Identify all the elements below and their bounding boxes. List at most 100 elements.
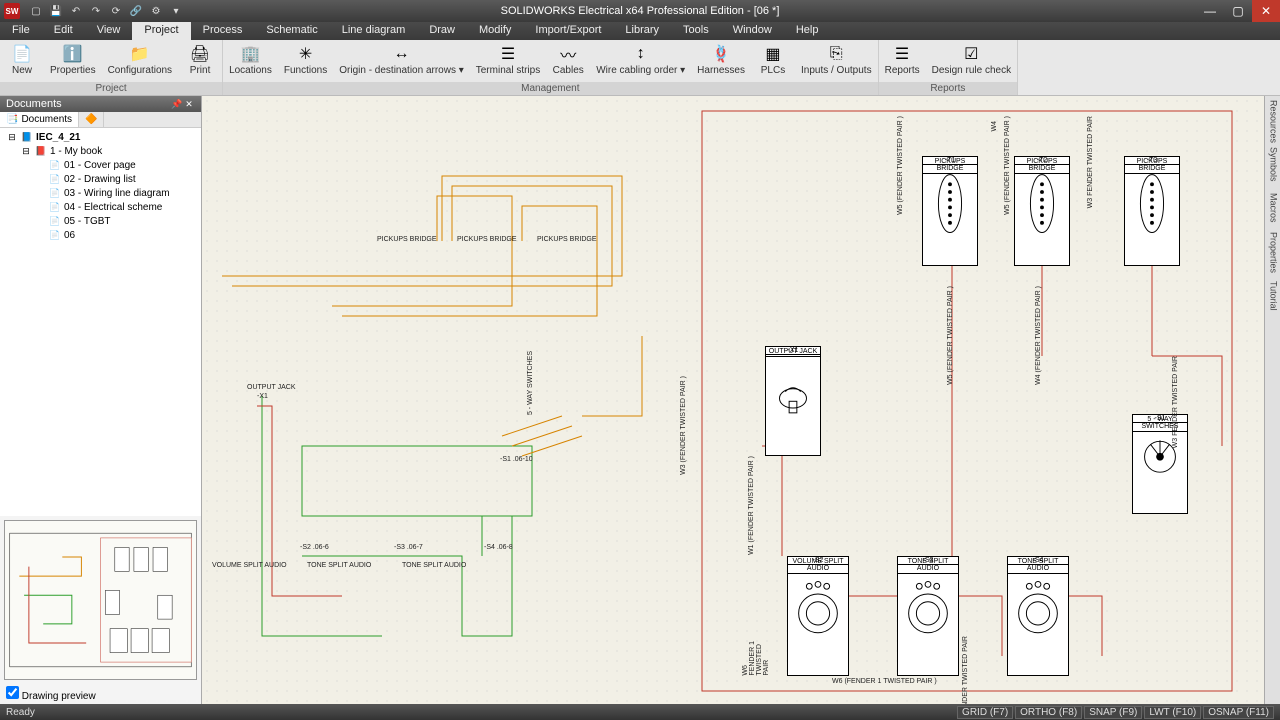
side-tab-symbols[interactable]: Symbols (1267, 144, 1279, 184)
ribbon-origin[interactable]: ↔Origin - destination arrows ▾ (333, 40, 470, 82)
redo-icon[interactable]: ↷ (88, 3, 104, 19)
menu-bar: FileEditViewProjectProcessSchematicLine … (0, 22, 1280, 40)
ribbon-harnesses[interactable]: 🪢Harnesses (691, 40, 751, 82)
ribbon-configurations[interactable]: 📁Configurations (102, 40, 178, 82)
documents-panel: Documents 📌 ✕ 📑Documents 🔶 ⊟📘IEC_4_21⊟📕1… (0, 96, 202, 704)
tab-components[interactable]: 🔶 (79, 112, 104, 127)
app-icon: SW (4, 3, 20, 19)
status-osnap[interactable]: OSNAP (F11) (1203, 706, 1274, 719)
tree-item[interactable]: 📄01 - Cover page (2, 158, 199, 172)
menu-importexport[interactable]: Import/Export (523, 22, 613, 40)
ref-s1: -S1 .06-10 (500, 456, 533, 463)
tree-item[interactable]: 📄06 (2, 228, 199, 242)
workspace: Documents 📌 ✕ 📑Documents 🔶 ⊟📘IEC_4_21⊟📕1… (0, 96, 1280, 704)
menu-library[interactable]: Library (613, 22, 671, 40)
status-snap[interactable]: SNAP (F9) (1084, 706, 1142, 719)
menu-schematic[interactable]: Schematic (254, 22, 329, 40)
label-w5-top: W5 (FENDER TWISTED PAIR ) (897, 116, 904, 215)
ribbon-new[interactable]: 📄New (0, 40, 44, 82)
menu-draw[interactable]: Draw (417, 22, 467, 40)
close-button[interactable]: ✕ (1252, 0, 1280, 22)
tree-item[interactable]: 📄05 - TGBT (2, 214, 199, 228)
label-volume-left: VOLUME SPLIT AUDIO (212, 562, 287, 569)
panel-close-icon[interactable]: ✕ (183, 99, 195, 110)
ribbon-design[interactable]: ☑Design rule check (926, 40, 1017, 82)
menu-tools[interactable]: Tools (671, 22, 721, 40)
ribbon-terminal[interactable]: ☰Terminal strips (470, 40, 546, 82)
maximize-button[interactable]: ▢ (1224, 0, 1252, 22)
tree-item[interactable]: 📄04 - Electrical scheme (2, 200, 199, 214)
menu-process[interactable]: Process (191, 22, 255, 40)
panel-title-text: Documents (6, 98, 62, 110)
link-icon[interactable]: 🔗 (128, 3, 144, 19)
label-w3: W3 (FENDER TWISTED PAIR ) (680, 376, 687, 475)
ribbon-reports[interactable]: ☰Reports (879, 40, 926, 82)
menu-window[interactable]: Window (721, 22, 784, 40)
component-pickup-t3: PICKUPS BRIDGE -T3 (1124, 156, 1180, 266)
tree-item[interactable]: 📄02 - Drawing list (2, 172, 199, 186)
status-bar: Ready GRID (F7)ORTHO (F8)SNAP (F9)LWT (F… (0, 704, 1280, 720)
label-output-jack-left: OUTPUT JACK (247, 384, 296, 391)
reports-icon: ☰ (891, 43, 913, 65)
tab-documents[interactable]: 📑Documents (0, 112, 79, 127)
label-w3-mid: W3 FENDER TWISTED PAIR (1172, 356, 1179, 448)
new-icon[interactable]: ▢ (28, 3, 44, 19)
tree-item[interactable]: ⊟📘IEC_4_21 (2, 130, 199, 144)
status-text: Ready (6, 707, 35, 718)
component-5way-switch: 5 - WAY SWITCHES -S1 (1132, 414, 1188, 514)
refresh-icon[interactable]: ⟳ (108, 3, 124, 19)
menu-linediagram[interactable]: Line diagram (330, 22, 418, 40)
tree-item[interactable]: 📄03 - Wiring line diagram (2, 186, 199, 200)
menu-edit[interactable]: Edit (42, 22, 85, 40)
side-tab-macros[interactable]: Macros (1267, 188, 1279, 228)
window-title: SOLIDWORKS Electrical x64 Professional E… (501, 5, 780, 17)
component-pickup-t1: PICKUPS BRIDGE -T1 (922, 156, 978, 266)
label-w4-top: W4 (991, 121, 998, 132)
print-icon: 🖨 (189, 43, 211, 65)
menu-help[interactable]: Help (784, 22, 831, 40)
save-icon[interactable]: 💾 (48, 3, 64, 19)
component-tone-pot-1: TONE SPLIT AUDIO -S3 (897, 556, 959, 676)
label-w4-mid: W4 (FENDER TWISTED PAIR ) (1035, 286, 1042, 385)
ribbon-cables[interactable]: 〰Cables (546, 40, 590, 82)
side-tab-properties[interactable]: Properties (1267, 232, 1279, 272)
menu-project[interactable]: Project (132, 22, 190, 40)
ribbon-locations[interactable]: 🏢Locations (223, 40, 278, 82)
status-ortho[interactable]: ORTHO (F8) (1015, 706, 1082, 719)
drawing-preview-checkbox[interactable]: Drawing preview (0, 684, 201, 704)
menu-file[interactable]: File (0, 22, 42, 40)
status-grid[interactable]: GRID (F7) (957, 706, 1013, 719)
more-icon[interactable]: ▾ (168, 3, 184, 19)
menu-modify[interactable]: Modify (467, 22, 523, 40)
status-lwt[interactable]: LWT (F10) (1144, 706, 1201, 719)
wire-icon: ↕ (630, 43, 652, 65)
menu-view[interactable]: View (85, 22, 133, 40)
ribbon-functions[interactable]: ✳Functions (278, 40, 333, 82)
settings-icon[interactable]: ⚙ (148, 3, 164, 19)
label-tone-left-2: TONE SPLIT AUDIO (402, 562, 466, 569)
ribbon-inputs[interactable]: ⎘Inputs / Outputs (795, 40, 878, 82)
plcs-icon: ▦ (762, 43, 784, 65)
label-w4-fender: W5 (FENDER TWISTED PAIR ) (1004, 116, 1011, 215)
ribbon-plcs[interactable]: ▦PLCs (751, 40, 795, 82)
side-tab-tutorial[interactable]: Tutorial (1267, 276, 1279, 316)
configurations-icon: 📁 (129, 43, 151, 65)
undo-icon[interactable]: ↶ (68, 3, 84, 19)
drawing-canvas[interactable]: PICKUPS BRIDGE PICKUPS BRIDGE PICKUPS BR… (202, 96, 1264, 704)
pin-icon[interactable]: 📌 (171, 99, 183, 110)
minimize-button[interactable]: — (1196, 0, 1224, 22)
locations-icon: 🏢 (239, 43, 261, 65)
cables-icon: 〰 (557, 43, 579, 65)
ribbon-print[interactable]: 🖨Print (178, 40, 222, 82)
origin-icon: ↔ (390, 43, 412, 65)
label-tone-left-1: TONE SPLIT AUDIO (307, 562, 371, 569)
document-tree: ⊟📘IEC_4_21⊟📕1 - My book📄01 - Cover page📄… (0, 128, 201, 516)
component-output-jack: OUTPUT JACK -X1 (765, 346, 821, 456)
ribbon-properties[interactable]: ℹ️Properties (44, 40, 102, 82)
label-w5-mid: W5 (FENDER TWISTED PAIR ) (947, 286, 954, 385)
right-tab-strip: Resources Symbols Macros Properties Tutorial (1264, 96, 1280, 704)
ribbon-wire[interactable]: ↕Wire cabling order ▾ (590, 40, 691, 82)
tree-item[interactable]: ⊟📕1 - My book (2, 144, 199, 158)
side-tab-resources[interactable]: Resources (1267, 100, 1279, 140)
properties-icon: ℹ️ (62, 43, 84, 65)
